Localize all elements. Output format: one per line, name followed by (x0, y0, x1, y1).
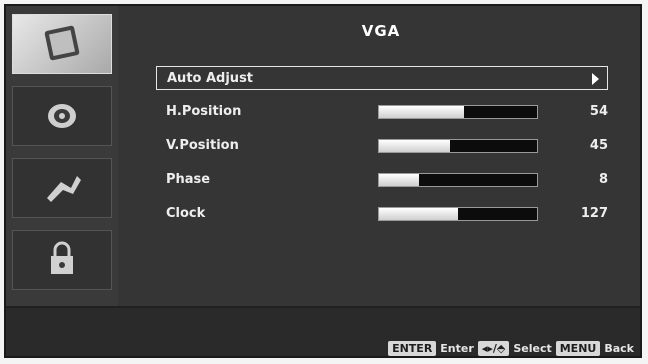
phase-slider[interactable] (378, 173, 538, 187)
h-position-item[interactable]: H.Position 54 (156, 100, 608, 124)
clock-value: 127 (580, 206, 608, 221)
clock-label: Clock (166, 206, 206, 221)
category-sidebar (6, 6, 118, 306)
v-position-label: V.Position (166, 138, 239, 153)
clock-slider-fill (379, 208, 458, 220)
menu-key: MENU (555, 341, 601, 356)
setup-icon (47, 176, 81, 202)
sidebar-item-lock[interactable] (12, 230, 112, 290)
h-position-slider[interactable] (378, 105, 538, 119)
key-hints: ENTER Enter ◂▸/⬘ Select MENU Back (388, 341, 634, 356)
phase-item[interactable]: Phase 8 (156, 168, 608, 192)
v-position-item[interactable]: V.Position 45 (156, 134, 608, 158)
auto-adjust-label: Auto Adjust (167, 71, 254, 86)
sidebar-item-audio[interactable] (12, 86, 112, 146)
back-hint: Back (604, 342, 634, 355)
sidebar-item-picture[interactable] (12, 14, 112, 74)
menu-title: VGA (361, 22, 401, 40)
clock-slider[interactable] (378, 207, 538, 221)
h-position-label: H.Position (166, 104, 242, 119)
v-position-slider[interactable] (378, 139, 538, 153)
footer-bar: ENTER Enter ◂▸/⬘ Select MENU Back (6, 306, 640, 356)
audio-icon (48, 104, 76, 128)
picture-icon (44, 25, 80, 61)
navigate-key-icon: ◂▸/⬘ (477, 341, 510, 356)
sidebar-item-setup[interactable] (12, 158, 112, 218)
enter-hint: Enter (440, 342, 474, 355)
lock-icon (51, 241, 73, 274)
phase-value: 8 (598, 172, 608, 187)
v-position-slider-fill (379, 140, 451, 152)
play-arrow-icon (592, 73, 599, 85)
enter-key: ENTER (388, 341, 437, 356)
auto-adjust-item[interactable]: Auto Adjust (156, 66, 608, 90)
select-hint: Select (513, 342, 552, 355)
h-position-value: 54 (589, 104, 608, 119)
menu-panel: VGA Auto Adjust H.Position 54 V.Position… (118, 6, 640, 306)
phase-label: Phase (166, 172, 211, 187)
osd-menu: VGA Auto Adjust H.Position 54 V.Position… (4, 4, 642, 358)
v-position-value: 45 (589, 138, 608, 153)
phase-slider-fill (379, 174, 419, 186)
h-position-slider-fill (379, 106, 465, 118)
clock-item[interactable]: Clock 127 (156, 202, 608, 226)
